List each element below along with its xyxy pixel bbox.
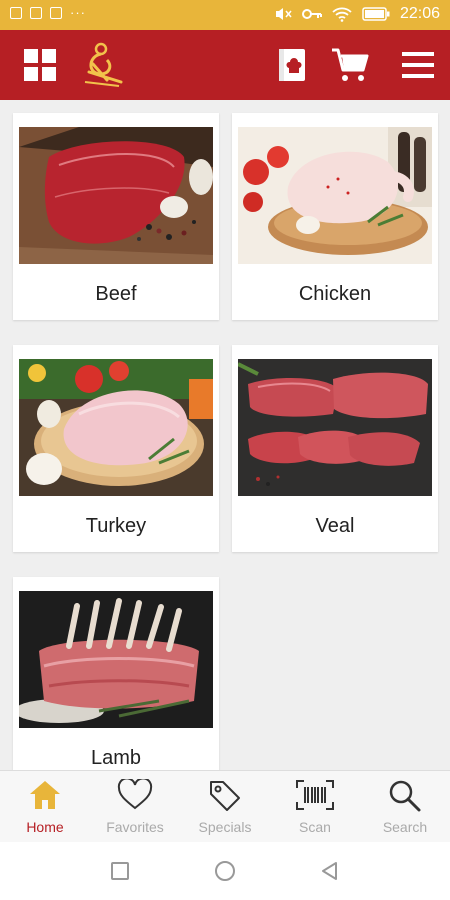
category-grid: Beef Chicken Turkey Veal Lamb	[0, 100, 450, 770]
category-card-veal[interactable]: Veal	[232, 345, 438, 552]
nav-scan[interactable]: Scan	[270, 771, 360, 843]
wifi-icon	[332, 7, 352, 22]
status-icons: 22:06	[274, 5, 440, 23]
barcode-scan-icon	[296, 780, 334, 810]
nav-home[interactable]: Home	[0, 771, 90, 843]
category-card-lamb[interactable]: Lamb	[13, 577, 219, 770]
category-card-beef[interactable]: Beef	[13, 113, 219, 320]
hamburger-menu-button[interactable]	[398, 45, 438, 85]
chef-logo-icon	[84, 42, 123, 87]
status-bar: ··· 22:06	[0, 0, 450, 30]
app-logo[interactable]	[78, 42, 128, 87]
nav-search[interactable]: Search	[360, 771, 450, 843]
nav-label: Specials	[198, 819, 252, 835]
heart-icon	[117, 779, 153, 810]
nav-specials[interactable]: Specials	[180, 771, 270, 843]
recents-icon[interactable]	[108, 859, 132, 883]
nav-label: Scan	[299, 819, 331, 835]
category-card-chicken[interactable]: Chicken	[232, 113, 438, 320]
battery-icon	[362, 7, 390, 21]
recipe-book-button[interactable]	[272, 45, 312, 85]
lamb-photo	[19, 591, 213, 728]
category-label: Beef	[95, 283, 137, 305]
turkey-photo	[19, 359, 213, 496]
category-label: Chicken	[298, 283, 372, 305]
chicken-photo	[238, 127, 432, 264]
category-label: Veal	[315, 515, 355, 537]
image-notification-icon	[10, 7, 22, 19]
beef-photo	[19, 127, 213, 264]
message-notification-icon	[50, 7, 62, 19]
tag-icon	[210, 781, 240, 811]
grid-menu-button[interactable]	[20, 45, 60, 85]
category-label: Turkey	[85, 515, 147, 537]
home-circle-icon[interactable]	[213, 859, 237, 883]
home-icon	[30, 781, 60, 809]
nav-label: Search	[382, 819, 428, 835]
grid-icon	[24, 49, 56, 81]
category-card-turkey[interactable]: Turkey	[13, 345, 219, 552]
category-label: Lamb	[90, 747, 142, 769]
search-icon	[389, 780, 421, 812]
hamburger-menu-icon	[402, 52, 434, 78]
cart-icon	[332, 48, 369, 81]
veal-photo	[238, 359, 432, 496]
calendar-notification-icon	[30, 7, 42, 19]
more-notifications-indicator: ···	[70, 5, 86, 20]
bottom-navigation: Home Favorites Specials Scan Search	[0, 770, 450, 843]
mute-icon	[275, 8, 292, 20]
system-navigation-bar	[0, 842, 450, 900]
recipe-book-icon	[279, 49, 305, 81]
clock: 22:06	[399, 5, 440, 22]
nav-label: Home	[26, 819, 64, 835]
nav-label: Favorites	[106, 819, 164, 835]
key-icon	[301, 9, 322, 19]
nav-favorites[interactable]: Favorites	[90, 771, 180, 843]
app-toolbar	[0, 30, 450, 100]
cart-button[interactable]	[330, 45, 370, 85]
back-icon[interactable]	[318, 859, 342, 883]
notification-icons: ···	[10, 6, 86, 20]
